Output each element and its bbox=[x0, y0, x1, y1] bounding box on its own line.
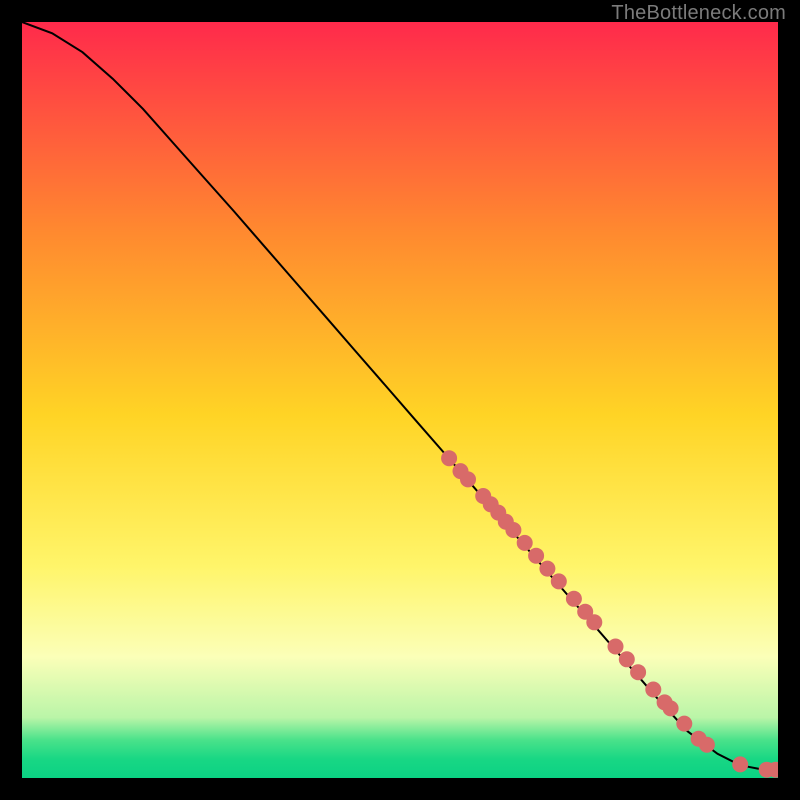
plot-area bbox=[22, 22, 778, 778]
data-point bbox=[517, 535, 533, 551]
data-point bbox=[699, 737, 715, 753]
gradient-background bbox=[22, 22, 778, 778]
data-point bbox=[460, 471, 476, 487]
data-point bbox=[676, 716, 692, 732]
data-point bbox=[732, 756, 748, 772]
data-point bbox=[645, 682, 661, 698]
data-point bbox=[619, 651, 635, 667]
data-point bbox=[539, 561, 555, 577]
data-point bbox=[505, 522, 521, 538]
data-point bbox=[608, 639, 624, 655]
data-point bbox=[663, 700, 679, 716]
data-point bbox=[586, 614, 602, 630]
data-point bbox=[566, 591, 582, 607]
data-point bbox=[441, 450, 457, 466]
chart-stage: TheBottleneck.com bbox=[0, 0, 800, 800]
chart-svg bbox=[22, 22, 778, 778]
data-point bbox=[551, 573, 567, 589]
data-point bbox=[528, 548, 544, 564]
data-point bbox=[630, 664, 646, 680]
